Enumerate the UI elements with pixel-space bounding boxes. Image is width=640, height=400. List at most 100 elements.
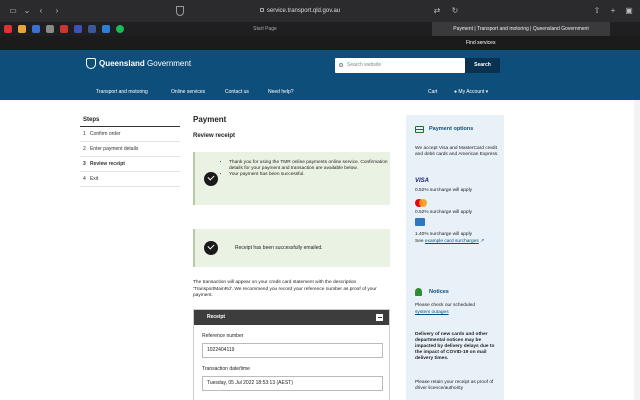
lock-icon	[259, 8, 264, 13]
surcharge-link[interactable]: example card surcharges	[425, 239, 479, 244]
nav-cart[interactable]: Cart	[428, 88, 437, 96]
logo-name: Queensland	[99, 59, 145, 68]
step-label: Enter payment details	[89, 146, 139, 152]
user-icon: ●	[454, 89, 458, 95]
sidebar-toggle-icon[interactable]: ▭	[8, 6, 18, 16]
credit-card-icon	[415, 126, 424, 133]
step-review-receipt[interactable]: 3 Review receipt	[80, 157, 180, 172]
favourite-bookmark-icon[interactable]	[18, 25, 26, 33]
reload-icon[interactable]: ↻	[450, 6, 460, 16]
account-label: My Account	[458, 89, 485, 95]
page-subtitle: Review receipt	[193, 133, 236, 139]
nav-my-account[interactable]: ● My Account ▾	[454, 88, 488, 96]
payment-intro: We accept Visa and MasterCard credit and…	[415, 146, 499, 157]
nav-need-help[interactable]: Need help?	[268, 88, 294, 96]
notice-list: Thank you for using the TMR online payme…	[229, 160, 389, 178]
step-number: 1	[83, 131, 86, 137]
logo-suffix: Government	[147, 59, 192, 68]
payment-success-notice: Thank you for using the TMR online payme…	[193, 152, 390, 205]
receipt-panel: Receipt Reference number 1022404119 Tran…	[193, 309, 390, 400]
translate-icon[interactable]: ⇄	[432, 6, 442, 16]
retain-receipt-notice: Please retain your receipt as proof of d…	[415, 380, 494, 391]
forward-icon[interactable]: ›	[52, 6, 62, 16]
nav-contact-us[interactable]: Contact us	[225, 88, 249, 96]
see-prefix: See	[415, 239, 424, 244]
nav-online-services[interactable]: Online services	[171, 88, 205, 96]
surcharge-see: See example card surcharges ↗	[415, 239, 499, 245]
crest-icon	[86, 58, 96, 70]
step-confirm-order[interactable]: 1 Confirm order	[80, 127, 180, 142]
email-success-notice: Receipt has been successfully emailed.	[193, 229, 390, 267]
reference-field: 1022404119	[202, 343, 383, 358]
receipt-header[interactable]: Receipt	[194, 310, 389, 325]
new-tab-icon[interactable]: +	[608, 6, 618, 16]
payment-options-sidebar: Payment options We accept Visa and Maste…	[406, 115, 504, 400]
step-label: Review receipt	[89, 161, 125, 167]
search-input[interactable]: Search website	[335, 58, 465, 73]
url-text: service.transport.qld.gov.au	[266, 8, 341, 14]
favourite-word-icon[interactable]	[102, 25, 110, 33]
email-notice-text: Receipt has been successfully emailed.	[235, 245, 323, 251]
payment-options-title: Payment options	[429, 126, 474, 132]
favourite-youtube-icon[interactable]	[4, 25, 12, 33]
notice-item: Thank you for using the TMR online payme…	[229, 160, 389, 172]
back-icon[interactable]: ‹	[36, 6, 46, 16]
page-title: Payment	[193, 115, 227, 124]
browser-toolbar: ▭ ⌄ ‹ › service.transport.qld.gov.au ⇄ ↻…	[0, 0, 640, 22]
find-services-strip: Find services	[0, 36, 640, 50]
amex-icon	[415, 218, 425, 226]
chevron-down-icon[interactable]: ⌄	[22, 6, 32, 16]
caret-down-icon: ▾	[485, 89, 489, 95]
favourite-docs-icon[interactable]	[32, 25, 40, 33]
system-outages-link-row: system outages	[415, 310, 499, 316]
delivery-notice: Delivery of new cards and other departme…	[415, 332, 495, 361]
step-exit[interactable]: 4 Exit	[80, 172, 180, 187]
address-bar[interactable]: service.transport.qld.gov.au	[150, 4, 450, 18]
step-number: 2	[83, 146, 86, 152]
notice-check: Please check our scheduled	[415, 303, 475, 308]
mastercard-fee: 0.52% surcharge will apply	[415, 210, 473, 215]
receipt-title: Receipt	[207, 314, 226, 320]
reference-label: Reference number	[202, 333, 244, 339]
nav-transport[interactable]: Transport and motoring	[96, 88, 148, 96]
favourite-facebook-icon[interactable]	[88, 25, 96, 33]
site-header: Queensland Government Search website Sea…	[0, 50, 640, 100]
check-circle-icon	[204, 241, 218, 255]
search-placeholder: Search website	[347, 62, 382, 68]
external-link-icon: ↗	[480, 239, 485, 244]
qld-gov-logo[interactable]: Queensland Government	[86, 58, 191, 70]
step-label: Confirm order	[89, 131, 121, 137]
favourite-site-icon[interactable]	[74, 25, 82, 33]
step-number: 3	[83, 161, 86, 167]
favourite-page-icon[interactable]	[46, 25, 54, 33]
amex-fee: 1.40% surcharge will apply	[415, 232, 473, 237]
favourite-spotify-icon[interactable]	[116, 25, 124, 33]
visa-logo: VISA	[415, 178, 430, 184]
visa-fee: 0.52% surcharge will apply	[415, 188, 473, 193]
find-services-link[interactable]: Find services	[466, 36, 495, 50]
transaction-date-field: Tuesday, 05 Jul 2022 18:53:13 (AEST)	[202, 376, 383, 391]
mastercard-icon	[415, 199, 427, 207]
check-circle-icon	[204, 172, 218, 186]
page-scrollbar[interactable]	[634, 100, 640, 400]
main-content: Payment Review receipt Thank you for usi…	[193, 115, 393, 400]
bell-icon	[415, 288, 422, 296]
collapse-icon[interactable]	[376, 314, 383, 321]
search-icon	[339, 63, 343, 67]
tabs-bar: Start Page Payment | Transport and motor…	[0, 22, 640, 36]
notices-title: Notices	[429, 289, 449, 295]
steps-title: Steps	[80, 115, 180, 127]
tab-start-page[interactable]: Start Page	[200, 22, 330, 36]
notice-item: Your payment has been successful.	[229, 172, 389, 178]
statement-paragraph: The transaction will appear on your cred…	[193, 280, 377, 298]
step-enter-payment[interactable]: 2 Enter payment details	[80, 142, 180, 157]
search-button[interactable]: Search	[465, 58, 500, 73]
steps-menu: Steps 1 Confirm order 2 Enter payment de…	[80, 115, 180, 187]
favourite-gmail-icon[interactable]	[60, 25, 68, 33]
system-outages-link[interactable]: system outages	[415, 310, 449, 315]
tab-overview-icon[interactable]: ▣	[624, 6, 634, 16]
tab-payment[interactable]: Payment | Transport and motoring | Queen…	[432, 22, 610, 36]
share-icon[interactable]: ⇧	[592, 6, 602, 16]
step-label: Exit	[89, 176, 99, 182]
transaction-date-label: Transaction date/time	[202, 366, 250, 372]
